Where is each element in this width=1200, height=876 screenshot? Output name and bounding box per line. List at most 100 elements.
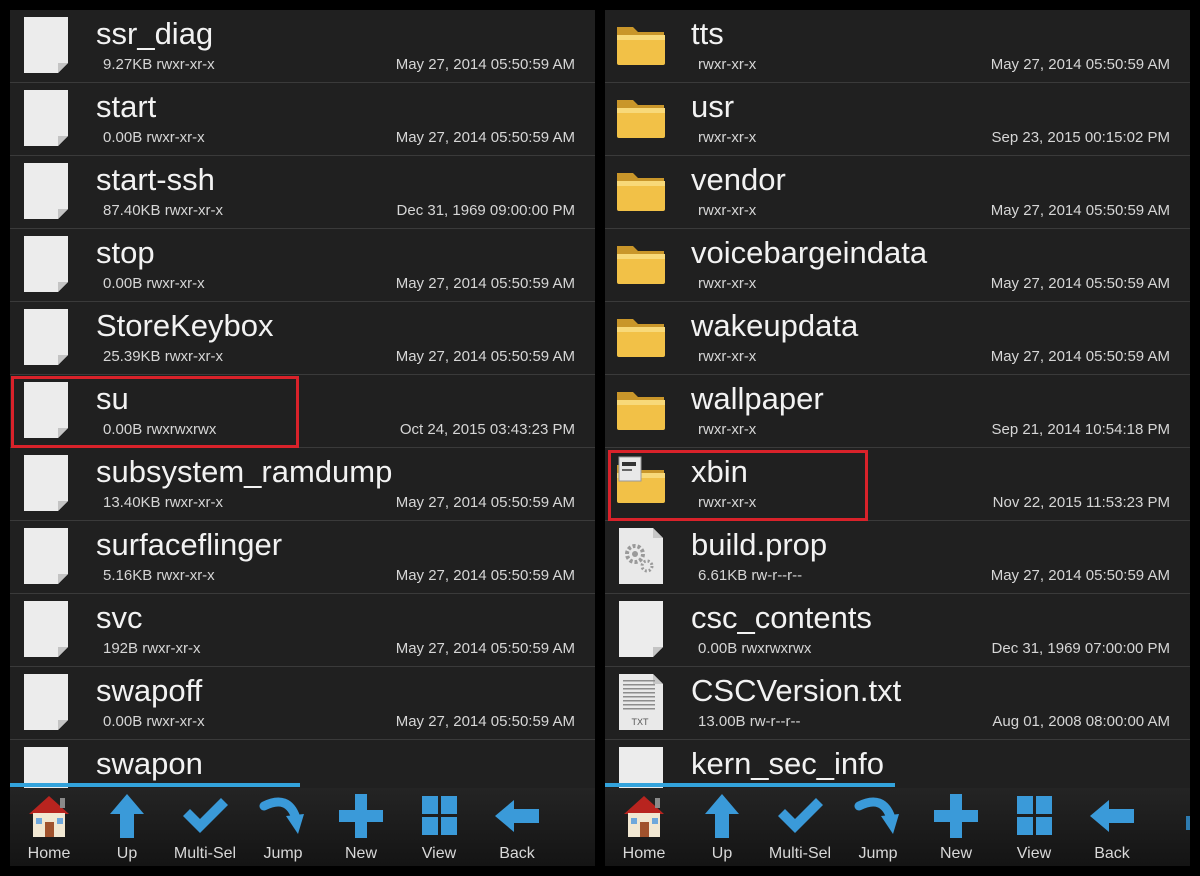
toolbar-label: Multi-Sel [768, 845, 832, 862]
file-list[interactable]: ssr_diag 9.27KB rwxr-xr-x May 27, 2014 05:… [10, 10, 595, 788]
file-row[interactable]: xbin rwxr-xr-x Nov 22, 2015 11:53:23 PM [605, 448, 1190, 521]
file-row[interactable]: swapoff 0.00B rwxr-xr-x May 27, 2014 05:50… [10, 667, 595, 740]
file-row[interactable]: svc 192B rwxr-xr-x May 27, 2014 05:50:59 A… [10, 594, 595, 667]
file-size-permissions: 87.40KB rwxr-xr-x [103, 202, 224, 219]
file-name: wakeupdata [691, 308, 859, 343]
file-icon [20, 745, 72, 788]
back-button[interactable]: Back [1073, 788, 1151, 866]
toolbar-label: Home [622, 845, 666, 862]
file-size-permissions: 5.16KB rwxr-xr-x [103, 567, 215, 584]
file-name: start [96, 89, 157, 124]
file-size-permissions: 0.00B rwxr-xr-x [103, 275, 205, 292]
scrollbar-handle[interactable] [1186, 816, 1190, 830]
file-name: swapoff [96, 673, 203, 708]
file-row[interactable]: tts rwxr-xr-x May 27, 2014 05:50:59 AM [605, 10, 1190, 83]
file-size-permissions: rwxr-xr-x [698, 202, 757, 219]
file-row[interactable]: build.prop 6.61KB rw-r--r-- May 27, 2014 0… [605, 521, 1190, 594]
file-row[interactable]: TXT CSCVersion.txt 13.00B rw-r--r-- Aug 01,… [605, 667, 1190, 740]
file-row[interactable]: stop 0.00B rwxr-xr-x May 27, 2014 05:50:59… [10, 229, 595, 302]
file-row[interactable]: vendor rwxr-xr-x May 27, 2014 05:50:59 AM [605, 156, 1190, 229]
file-row[interactable]: start-ssh 87.40KB rwxr-xr-x Dec 31, 1969 0… [10, 156, 595, 229]
txt-icon-label: TXT [632, 717, 650, 727]
file-row[interactable]: voicebargeindata rwxr-xr-x May 27, 2014 05… [605, 229, 1190, 302]
file-row[interactable]: csc_contents 0.00B rwxrwxrwx Dec 31, 1969 … [605, 594, 1190, 667]
file-icon [20, 15, 72, 75]
checkmark-icon [775, 792, 825, 840]
file-modified-date: May 27, 2014 05:50:59 AM [990, 56, 1170, 73]
file-row[interactable]: start 0.00B rwxr-xr-x May 27, 2014 05:50:5… [10, 83, 595, 156]
toolbar-label: New [939, 845, 972, 862]
file-name: subsystem_ramdump [96, 454, 393, 489]
home-icon [24, 792, 74, 840]
file-row[interactable]: subsystem_ramdump 13.40KB rwxr-xr-x May 27… [10, 448, 595, 521]
file-row[interactable]: StoreKeybox 25.39KB rwxr-xr-x May 27, 2014… [10, 302, 595, 375]
up-arrow-icon [697, 792, 747, 840]
up-arrow-icon [102, 792, 152, 840]
file-size-permissions: 0.00B rwxr-xr-x [103, 129, 205, 146]
new-button[interactable]: New [917, 788, 995, 866]
view-button[interactable]: View [995, 788, 1073, 866]
home-icon [619, 792, 669, 840]
jump-button[interactable]: Jump [839, 788, 917, 866]
file-modified-date: May 27, 2014 05:50:59 AM [990, 275, 1170, 292]
file-row[interactable]: su 0.00B rwxrwxrwx Oct 24, 2015 03:43:23 P… [10, 375, 595, 448]
file-modified-date: May 27, 2014 05:50:59 AM [395, 494, 575, 511]
file-size-permissions: rwxr-xr-x [698, 421, 757, 438]
up-button[interactable]: Up [683, 788, 761, 866]
file-row[interactable]: swapon [10, 740, 595, 788]
file-name: surfaceflinger [96, 527, 283, 562]
file-size-permissions: rwxr-xr-x [698, 494, 757, 511]
left-file-pane: ssr_diag 9.27KB rwxr-xr-x May 27, 2014 05:… [10, 10, 595, 866]
file-icon [20, 672, 72, 732]
toolbar-label: Jump [263, 845, 303, 862]
home-button[interactable]: Home [10, 788, 88, 866]
file-row[interactable]: ssr_diag 9.27KB rwxr-xr-x May 27, 2014 05:… [10, 10, 595, 83]
file-row[interactable]: kern_sec_info [605, 740, 1190, 788]
view-button[interactable]: View [400, 788, 478, 866]
file-modified-date: May 27, 2014 05:50:59 AM [395, 129, 575, 146]
file-modified-date: Oct 24, 2015 03:43:23 PM [399, 421, 575, 438]
file-modified-date: May 27, 2014 05:50:59 AM [395, 713, 575, 730]
file-name: vendor [691, 162, 786, 197]
toolbar-label: Up [711, 845, 733, 862]
jump-button[interactable]: Jump [244, 788, 322, 866]
file-list[interactable]: tts rwxr-xr-x May 27, 2014 05:50:59 AM usr r… [605, 10, 1190, 788]
plus-icon [336, 792, 386, 840]
grid-view-icon [1009, 792, 1059, 840]
multi-sel-button[interactable]: Multi-Sel [761, 788, 839, 866]
file-modified-date: Nov 22, 2015 11:53:23 PM [992, 494, 1170, 511]
toolbar-label: Back [499, 845, 535, 862]
right-file-pane: tts rwxr-xr-x May 27, 2014 05:50:59 AM usr r… [605, 10, 1190, 866]
folder-icon [615, 234, 667, 294]
file-name: build.prop [691, 527, 828, 562]
scroll-indicator [10, 783, 300, 787]
toolbar-label: Jump [858, 845, 898, 862]
file-modified-date: May 27, 2014 05:50:59 AM [990, 202, 1170, 219]
multi-sel-button[interactable]: Multi-Sel [166, 788, 244, 866]
gear-file-icon [615, 526, 667, 586]
file-row[interactable]: usr rwxr-xr-x Sep 23, 2015 00:15:02 PM [605, 83, 1190, 156]
file-name: xbin [691, 454, 748, 489]
file-name: start-ssh [96, 162, 215, 197]
grid-view-icon [414, 792, 464, 840]
file-row[interactable]: wakeupdata rwxr-xr-x May 27, 2014 05:50:59… [605, 302, 1190, 375]
jump-arrow-icon [258, 792, 308, 840]
file-icon [20, 307, 72, 367]
folder-icon [615, 307, 667, 367]
file-modified-date: Sep 21, 2014 10:54:18 PM [991, 421, 1170, 438]
file-modified-date: May 27, 2014 05:50:59 AM [395, 56, 575, 73]
new-button[interactable]: New [322, 788, 400, 866]
back-arrow-icon [492, 792, 542, 840]
jump-arrow-icon [853, 792, 903, 840]
file-row[interactable]: surfaceflinger 5.16KB rwxr-xr-x May 27, 20… [10, 521, 595, 594]
file-modified-date: May 27, 2014 05:50:59 AM [395, 275, 575, 292]
up-button[interactable]: Up [88, 788, 166, 866]
file-modified-date: May 27, 2014 05:50:59 AM [990, 567, 1170, 584]
file-row[interactable]: wallpaper rwxr-xr-x Sep 21, 2014 10:54:18 … [605, 375, 1190, 448]
plus-icon [931, 792, 981, 840]
txt-file-icon: TXT [615, 672, 667, 732]
home-button[interactable]: Home [605, 788, 683, 866]
file-name: tts [691, 16, 724, 51]
file-icon [20, 88, 72, 148]
back-button[interactable]: Back [478, 788, 556, 866]
